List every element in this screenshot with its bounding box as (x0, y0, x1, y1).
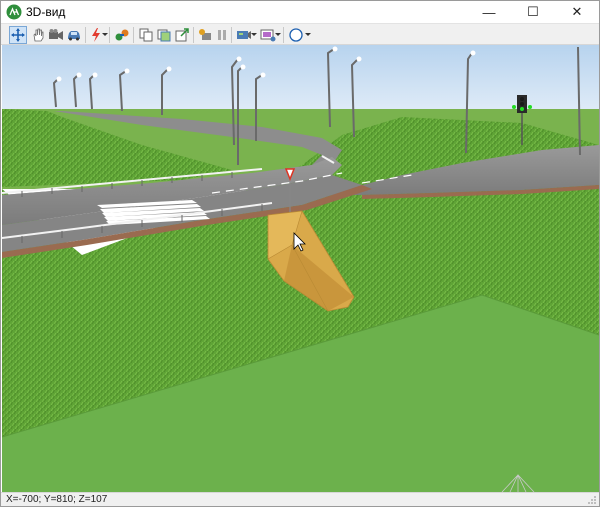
pause-icon (218, 30, 226, 40)
minimize-button[interactable]: — (467, 1, 511, 23)
compass-tool-button[interactable] (287, 26, 305, 44)
close-button[interactable]: ✕ (555, 1, 599, 23)
3d-viewport[interactable] (2, 45, 599, 492)
vehicle-tool-button[interactable] (65, 26, 83, 44)
pan-tool-button[interactable] (29, 26, 47, 44)
view-dropdown-arrow[interactable] (251, 33, 257, 36)
window-3d-view: 3D-вид — ☐ ✕ X=-700; Y=810; Z=107 (0, 0, 600, 507)
screen-icon (260, 29, 276, 42)
maximize-button[interactable]: ☐ (511, 1, 555, 23)
view-icon (237, 31, 251, 39)
coordinates-readout: X=-700; Y=810; Z=107 (6, 494, 108, 505)
app-logo-icon (6, 4, 22, 20)
lightning-icon (92, 28, 100, 42)
toolbar-separator (133, 27, 134, 43)
link-tool-button[interactable] (113, 26, 131, 44)
move-tool-button[interactable] (9, 26, 27, 44)
link-icon (115, 29, 129, 41)
toolbar (1, 23, 599, 45)
resize-grip-icon[interactable] (587, 495, 597, 505)
compass-dropdown-arrow[interactable] (305, 33, 311, 36)
compass-icon (289, 28, 303, 42)
toolbar-separator (109, 27, 110, 43)
screen-dropdown-arrow[interactable] (275, 33, 281, 36)
layers-icon (157, 29, 171, 42)
export-tool-button[interactable] (173, 26, 191, 44)
video-camera-icon (49, 29, 63, 40)
camera-tool-button[interactable] (47, 26, 65, 44)
pause-tool-button[interactable] (213, 26, 231, 44)
copy-tool-button[interactable] (137, 26, 155, 44)
toolbar-separator (85, 27, 86, 43)
title-bar[interactable]: 3D-вид — ☐ ✕ (1, 1, 599, 23)
lightning-dropdown-arrow[interactable] (102, 33, 108, 36)
copy-icon (139, 28, 153, 42)
3d-scene[interactable] (2, 45, 599, 492)
hand-icon (33, 28, 44, 42)
layers-tool-button[interactable] (155, 26, 173, 44)
toolbar-separator (193, 27, 194, 43)
status-bar: X=-700; Y=810; Z=107 (1, 492, 599, 506)
record-icon (199, 29, 211, 40)
toolbar-separator (283, 27, 284, 43)
window-title: 3D-вид (26, 5, 66, 19)
toolbar-separator (231, 27, 232, 43)
move-arrows-icon (11, 28, 25, 42)
car-icon (68, 31, 80, 41)
export-icon (175, 28, 189, 42)
